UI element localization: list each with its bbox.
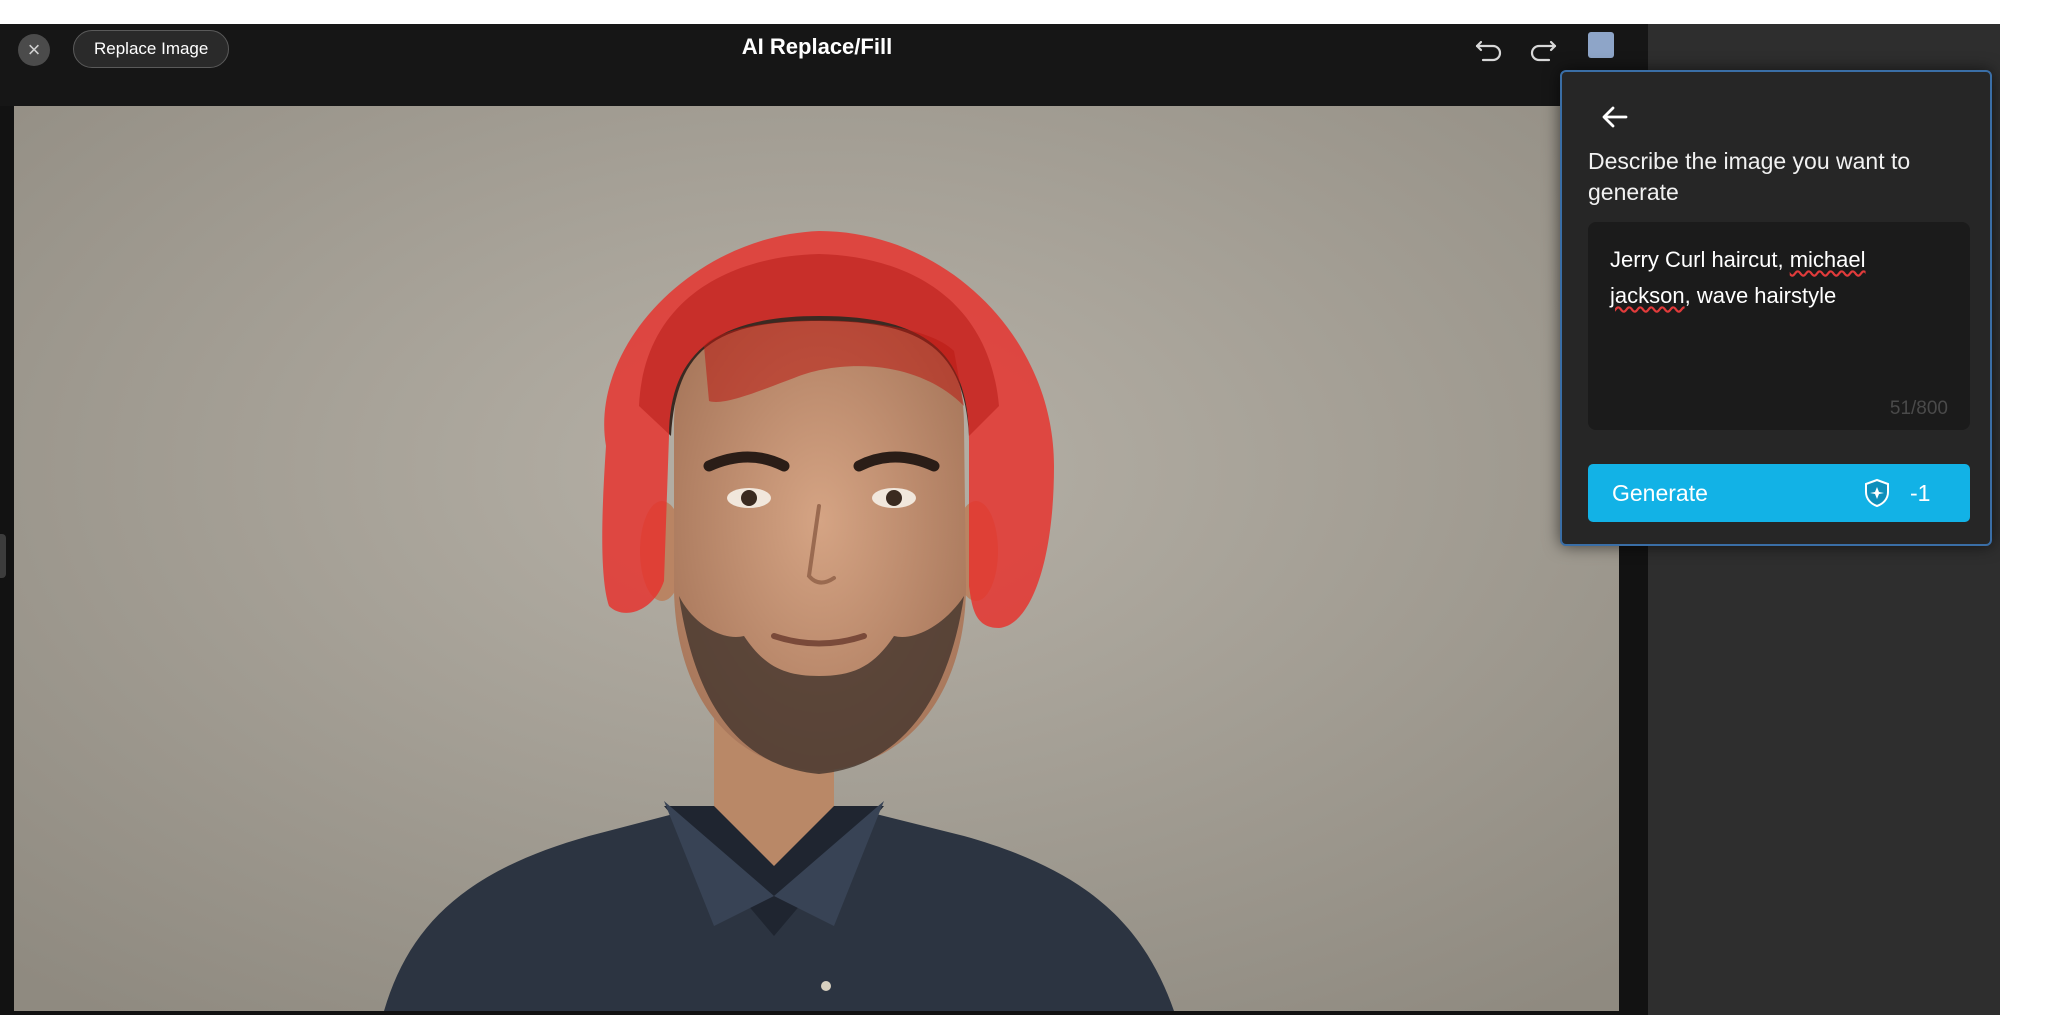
arrow-left-icon[interactable] <box>1598 102 1632 132</box>
editor-toolbar: × Replace Image AI Replace/Fill <box>0 24 1648 106</box>
prompt-text-part: , wave hairstyle <box>1684 283 1837 308</box>
close-icon[interactable]: × <box>18 34 50 66</box>
char-count: 51/800 <box>1889 398 1948 419</box>
image-canvas[interactable] <box>14 106 1619 1011</box>
generate-popover: Describe the image you want to generate … <box>1560 70 1992 546</box>
prompt-text[interactable]: Jerry Curl haircut, michael jackson, wav… <box>1610 242 1940 314</box>
credit-icon <box>1865 478 1889 508</box>
credit-cost: -1 <box>1910 480 1931 506</box>
misspelled-word: michael <box>1789 247 1866 272</box>
prompt-textarea[interactable]: Jerry Curl haircut, michael jackson, wav… <box>1588 222 1970 430</box>
prompt-text-part: Jerry Curl haircut, <box>1610 247 1790 272</box>
undo-icon[interactable] <box>1471 32 1507 68</box>
redo-icon[interactable] <box>1525 32 1561 68</box>
popover-heading: Describe the image you want to generate <box>1588 148 1911 205</box>
generate-button[interactable]: Generate -1 <box>1588 464 1970 522</box>
app-window: × Replace Image AI Replace/Fill Describe… <box>0 24 2000 1015</box>
replace-image-button[interactable]: Replace Image <box>73 30 230 68</box>
compare-icon[interactable] <box>1588 32 1614 58</box>
portrait-photo <box>14 106 1619 1011</box>
page-title: AI Replace/Fill <box>741 34 893 59</box>
panel-toggle-handle[interactable] <box>0 534 6 578</box>
generate-label: Generate <box>1612 480 1708 506</box>
misspelled-word: jackson <box>1610 283 1685 308</box>
